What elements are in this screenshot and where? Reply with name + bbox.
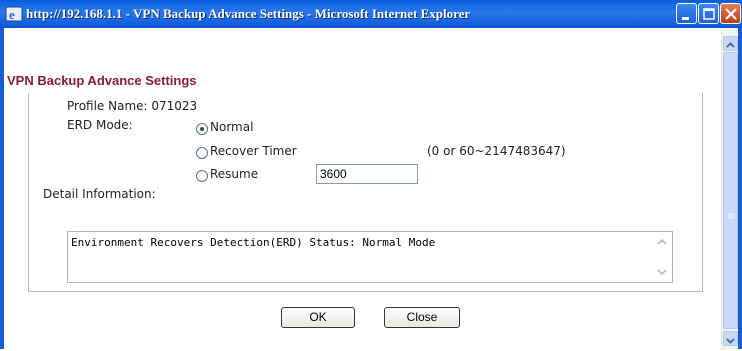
close-icon bbox=[725, 8, 737, 20]
scroll-up-icon bbox=[726, 42, 735, 48]
erd-mode-label: ERD Mode: bbox=[67, 118, 133, 132]
detail-textarea[interactable]: Environment Recovers Detection(ERD) Stat… bbox=[67, 231, 673, 283]
radio-resume[interactable] bbox=[196, 170, 208, 182]
scroll-grip-icon bbox=[728, 213, 735, 219]
page-content: VPN Backup Advance Settings Profile Name… bbox=[4, 28, 721, 349]
radio-recover-timer[interactable] bbox=[196, 147, 208, 159]
maximize-button[interactable] bbox=[698, 3, 719, 24]
profile-name-label: Profile Name: 071023 bbox=[67, 99, 198, 113]
minimize-button[interactable] bbox=[676, 3, 697, 24]
minimize-icon bbox=[682, 17, 689, 20]
radio-recover-timer-label: Recover Timer bbox=[210, 144, 297, 158]
radio-normal-label: Normal bbox=[210, 120, 254, 134]
timer-range-hint: (0 or 60~2147483647) bbox=[427, 144, 566, 158]
recover-timer-input[interactable] bbox=[316, 164, 418, 184]
detail-status-text: Environment Recovers Detection(ERD) Stat… bbox=[71, 236, 436, 249]
radio-resume-label: Resume bbox=[210, 167, 259, 181]
maximize-icon bbox=[703, 8, 715, 20]
internet-explorer-icon: e bbox=[5, 6, 23, 22]
window-title: http://192.168.1.1 - VPN Backup Advance … bbox=[26, 6, 471, 21]
close-window-button[interactable] bbox=[720, 3, 741, 24]
scroll-down-icon bbox=[726, 338, 735, 344]
svg-text:e: e bbox=[9, 7, 15, 22]
vertical-scrollbar[interactable] bbox=[721, 28, 738, 349]
window-titlebar[interactable]: e http://192.168.1.1 - VPN Backup Advanc… bbox=[0, 0, 742, 28]
detail-information-label: Detail Information: bbox=[43, 187, 156, 201]
page-title: VPN Backup Advance Settings bbox=[7, 73, 197, 88]
scroll-up-button[interactable] bbox=[723, 36, 738, 51]
window-frame-right bbox=[738, 28, 742, 349]
scrollbar-thumb[interactable] bbox=[723, 52, 738, 329]
close-button[interactable]: Close bbox=[384, 307, 460, 328]
chevron-down-icon[interactable] bbox=[655, 265, 669, 279]
ok-button[interactable]: OK bbox=[281, 307, 355, 328]
chevron-up-icon[interactable] bbox=[655, 235, 669, 249]
scroll-down-button[interactable] bbox=[723, 331, 738, 346]
radio-normal[interactable] bbox=[196, 123, 208, 135]
